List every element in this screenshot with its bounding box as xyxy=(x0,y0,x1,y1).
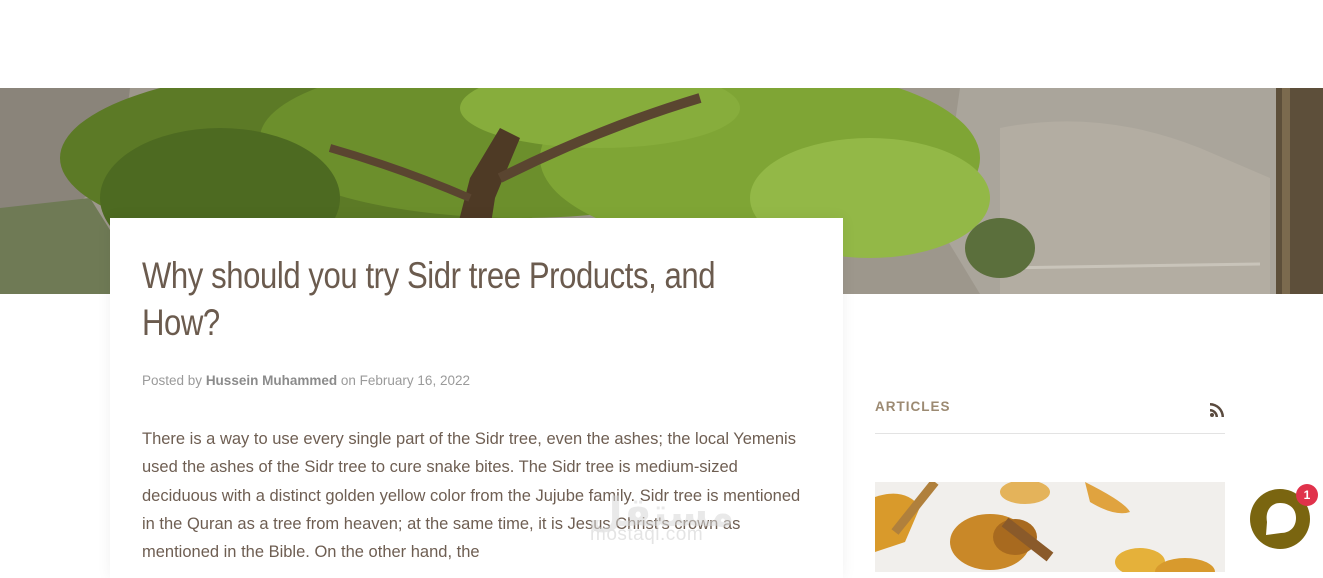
sidebar-heading-articles: ARTICLES xyxy=(875,399,951,414)
honey-image[interactable] xyxy=(875,482,1225,572)
author-link[interactable]: Hussein Muhammed xyxy=(206,373,337,388)
article-title: Why should you try Sidr tree Products, a… xyxy=(142,255,716,343)
article-byline: Posted by Hussein Muhammed on February 1… xyxy=(142,373,470,388)
article-body: There is a way to use every single part … xyxy=(142,430,801,562)
posted-by-label: Posted by xyxy=(142,373,203,388)
top-header xyxy=(0,0,1323,88)
date-prefix: on xyxy=(340,373,356,388)
chat-unread-badge: 1 xyxy=(1296,484,1318,506)
publish-date: February 16, 2022 xyxy=(359,373,470,388)
honey-photo xyxy=(875,482,1225,572)
article-card: Why should you try Sidr tree Products, a… xyxy=(110,218,843,578)
rss-icon[interactable] xyxy=(1210,403,1224,417)
sidebar-divider xyxy=(875,433,1225,434)
